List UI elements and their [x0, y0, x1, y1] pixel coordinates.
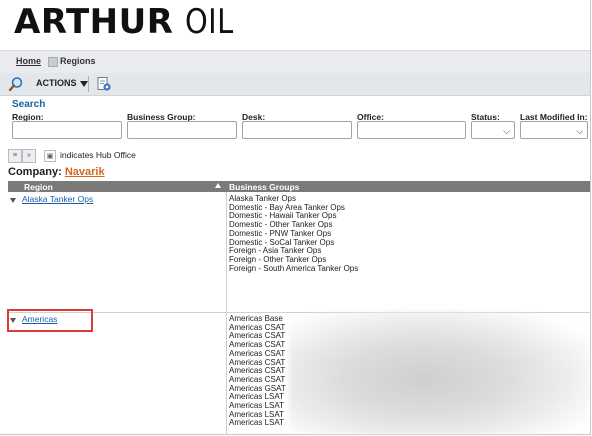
collapse-row-icon[interactable] [10, 198, 16, 203]
breadcrumb-home-link[interactable]: Home [16, 56, 41, 66]
region-column-header[interactable]: Region [24, 182, 53, 192]
company-name-link[interactable]: Navarik [65, 166, 105, 178]
actions-menu-button[interactable]: ACTIONS [36, 78, 88, 88]
brand-logo: ARTHUR OIL [14, 2, 242, 42]
office-filter-input[interactable] [357, 121, 466, 139]
actions-label: ACTIONS [36, 78, 77, 88]
last-modified-filter-select[interactable]: ⌵ [520, 121, 588, 139]
breadcrumb-separator-icon [48, 57, 58, 67]
business-group-item: Americas LSAT [229, 418, 284, 428]
company-label: Company: [8, 166, 62, 178]
chevron-down-icon: ⌵ [576, 126, 583, 136]
sort-ascending-icon[interactable] [215, 183, 221, 188]
business-groups-column-header: Business Groups [229, 182, 300, 192]
filter-icon[interactable]: ≡ [8, 149, 22, 163]
business-group-filter-input[interactable] [127, 121, 237, 139]
logo-bold-text: ARTHUR [14, 2, 174, 42]
highlight-box [7, 309, 93, 332]
chevron-down-icon [79, 80, 88, 87]
breadcrumb: Home Regions [0, 50, 590, 73]
breadcrumb-current: Regions [60, 56, 96, 66]
business-group-list: Americas Base Americas CSAT Americas CSA… [229, 314, 286, 428]
redaction-blur [289, 311, 589, 434]
regions-table-header: Region Business Groups [8, 181, 590, 192]
desk-filter-input[interactable] [242, 121, 352, 139]
toolbar: ACTIONS [0, 73, 590, 96]
logo-light-text: OIL [184, 2, 234, 42]
hub-office-icon: ▣ [44, 150, 56, 162]
search-section-title: Search [12, 99, 46, 110]
business-group-item: Foreign - South America Tanker Ops [229, 263, 359, 273]
expand-all-icon[interactable]: » [22, 149, 36, 163]
status-filter-select[interactable]: ⌵ [471, 121, 515, 139]
hub-office-legend-text: indicates Hub Office [60, 150, 136, 160]
search-magnifier-icon[interactable] [8, 76, 24, 92]
region-filter-input[interactable] [12, 121, 122, 139]
column-divider [226, 192, 227, 434]
region-link-alaska-tanker-ops[interactable]: Alaska Tanker Ops [22, 194, 93, 204]
business-group-list: Alaska Tanker Ops Domestic - Bay Area Ta… [229, 194, 359, 273]
chevron-down-icon: ⌵ [503, 126, 510, 136]
company-heading: Company: Navarik [8, 166, 105, 178]
legend-bar: ≡ » ▣ indicates Hub Office [8, 149, 590, 163]
toolbar-divider [88, 76, 89, 92]
settings-page-icon[interactable] [96, 76, 112, 92]
